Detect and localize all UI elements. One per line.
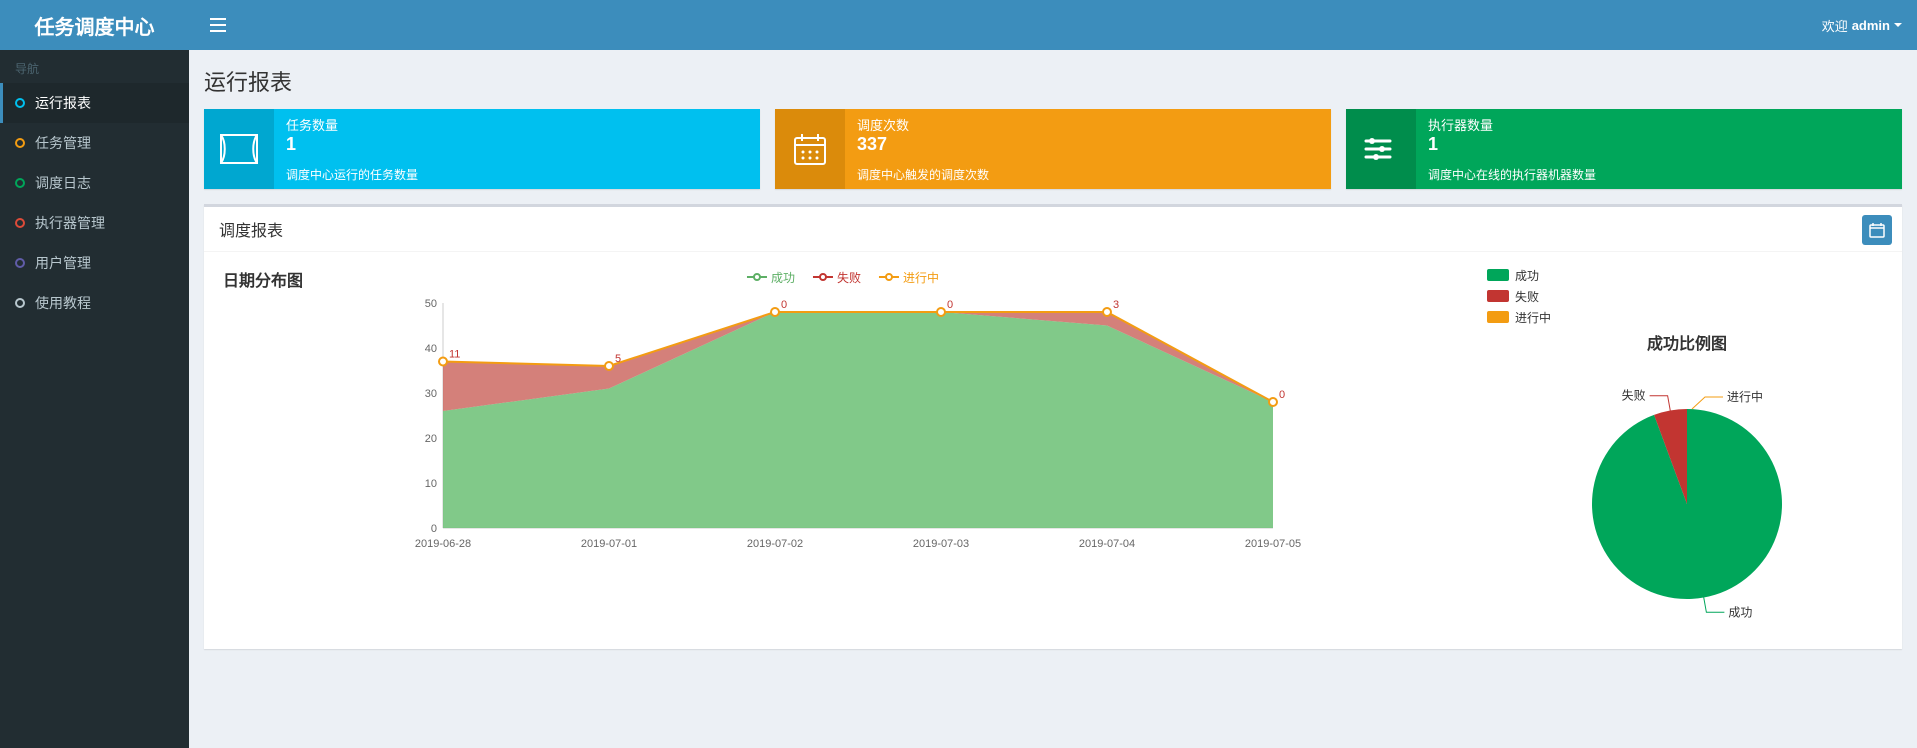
svg-text:2019-07-01: 2019-07-01 <box>581 538 637 550</box>
svg-text:40: 40 <box>425 343 437 355</box>
svg-text:0: 0 <box>781 299 787 311</box>
svg-text:2019-07-04: 2019-07-04 <box>1079 538 1135 550</box>
info-icon <box>204 109 274 189</box>
nav-header: 导航 <box>0 50 189 83</box>
svg-text:3: 3 <box>1113 299 1119 311</box>
svg-text:5: 5 <box>615 353 621 365</box>
welcome-text: 欢迎 <box>1822 16 1848 35</box>
line-chart: 日期分布图 成功 失败 进行中 0102030405011500302019-0… <box>219 267 1467 634</box>
pie-chart: 成功 失败 进行中 <box>1557 374 1817 634</box>
svg-text:2019-07-03: 2019-07-03 <box>913 538 969 550</box>
svg-text:成功: 成功 <box>1728 605 1752 619</box>
sidebar-item-5[interactable]: 使用教程 <box>0 283 189 323</box>
circle-icon <box>15 178 25 188</box>
info-label: 任务数量 <box>286 115 748 134</box>
svg-text:0: 0 <box>1279 389 1285 401</box>
menu-toggle-icon[interactable] <box>204 12 232 38</box>
report-panel: 调度报表 日期分布图 成功 失败 进行中 <box>204 204 1902 649</box>
line-chart-title: 日期分布图 <box>223 267 303 291</box>
panel-title: 调度报表 <box>219 217 283 241</box>
svg-text:50: 50 <box>425 298 437 310</box>
chevron-down-icon <box>1894 23 1902 28</box>
user-menu[interactable]: 欢迎 admin <box>1822 16 1902 35</box>
circle-icon <box>15 218 25 228</box>
sidebar-item-2[interactable]: 调度日志 <box>0 163 189 203</box>
svg-text:10: 10 <box>425 478 437 490</box>
sidebar-item-0[interactable]: 运行报表 <box>0 83 189 123</box>
calendar-icon <box>1869 222 1885 238</box>
line-chart-legend: 成功 失败 进行中 <box>747 269 939 286</box>
info-desc: 调度中心触发的调度次数 <box>845 160 1331 189</box>
info-icon <box>775 109 845 189</box>
svg-text:失败: 失败 <box>1622 387 1646 402</box>
info-value: 337 <box>857 134 1319 156</box>
info-label: 执行器数量 <box>1428 115 1890 134</box>
sidebar-item-4[interactable]: 用户管理 <box>0 243 189 283</box>
svg-text:0: 0 <box>431 523 437 535</box>
svg-text:2019-06-28: 2019-06-28 <box>415 538 471 550</box>
svg-text:30: 30 <box>425 388 437 400</box>
page-title: 运行报表 <box>204 65 1902 97</box>
topbar: 欢迎 admin <box>189 0 1917 50</box>
app-logo: 任务调度中心 <box>0 0 189 50</box>
circle-icon <box>15 298 25 308</box>
info-value: 1 <box>1428 134 1890 156</box>
svg-text:2019-07-05: 2019-07-05 <box>1245 538 1301 550</box>
svg-text:2019-07-02: 2019-07-02 <box>747 538 803 550</box>
info-desc: 调度中心运行的任务数量 <box>274 160 760 189</box>
info-label: 调度次数 <box>857 115 1319 134</box>
circle-icon <box>15 98 25 108</box>
pie-chart-title: 成功比例图 <box>1487 330 1887 354</box>
sidebar: 任务调度中心 导航 运行报表任务管理调度日志执行器管理用户管理使用教程 <box>0 0 189 748</box>
sidebar-item-1[interactable]: 任务管理 <box>0 123 189 163</box>
info-box-2: 执行器数量 1 调度中心在线的执行器机器数量 <box>1346 109 1902 189</box>
info-desc: 调度中心在线的执行器机器数量 <box>1416 160 1902 189</box>
info-box-1: 调度次数 337 调度中心触发的调度次数 <box>775 109 1331 189</box>
svg-text:0: 0 <box>947 299 953 311</box>
svg-text:11: 11 <box>449 348 460 360</box>
sidebar-item-3[interactable]: 执行器管理 <box>0 203 189 243</box>
info-box-0: 任务数量 1 调度中心运行的任务数量 <box>204 109 760 189</box>
circle-icon <box>15 138 25 148</box>
username: admin <box>1852 18 1890 33</box>
info-value: 1 <box>286 134 748 156</box>
pie-legend: 成功 失败 进行中 <box>1487 267 1887 326</box>
circle-icon <box>15 258 25 268</box>
date-range-button[interactable] <box>1862 215 1892 245</box>
info-icon <box>1346 109 1416 189</box>
svg-text:进行中: 进行中 <box>1727 389 1763 404</box>
svg-text:20: 20 <box>425 433 437 445</box>
